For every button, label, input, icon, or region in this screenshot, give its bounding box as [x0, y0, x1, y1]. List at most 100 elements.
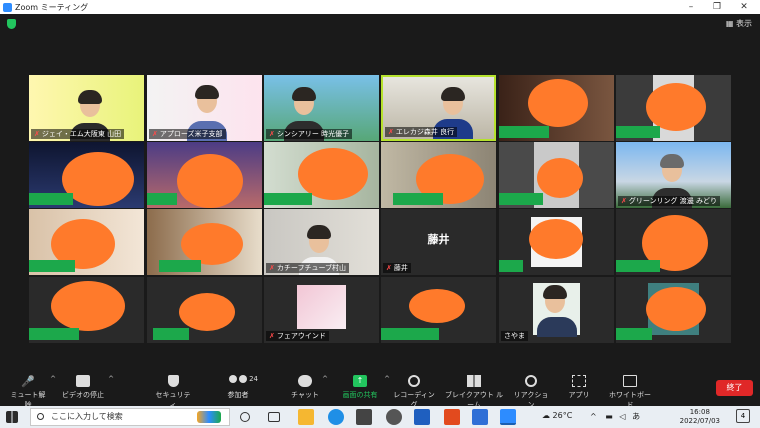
- participant-tile[interactable]: さやま: [499, 277, 614, 343]
- participant-tile[interactable]: ✗ カチーフチューブ村山: [264, 209, 379, 275]
- mail-icon[interactable]: [472, 409, 488, 425]
- task-view-icon[interactable]: [268, 412, 280, 422]
- file-explorer-icon[interactable]: [298, 409, 314, 425]
- participant-tile[interactable]: [147, 142, 262, 208]
- participant-tile[interactable]: [499, 75, 614, 141]
- smiley-icon: [525, 375, 537, 387]
- apps-icon: [572, 375, 586, 387]
- chevron-up-icon[interactable]: ^: [384, 375, 390, 383]
- chat-icon: [298, 375, 312, 387]
- view-button[interactable]: ▦ 表示: [726, 18, 752, 29]
- participant-tile[interactable]: [499, 209, 614, 275]
- chevron-up-icon[interactable]: ^: [322, 375, 328, 383]
- participant-name-hidden: [381, 328, 439, 340]
- participant-tile[interactable]: ✗ グリーンリング 渡邊 みどり: [616, 142, 731, 208]
- end-meeting-button[interactable]: 終了: [716, 380, 753, 396]
- participants-button[interactable]: 参加者 24: [218, 375, 258, 400]
- participant-tile[interactable]: 藤井 ✗ 藤井: [381, 209, 496, 275]
- cortana-icon[interactable]: [240, 412, 250, 422]
- participant-tile[interactable]: [29, 277, 144, 343]
- participant-tile[interactable]: [499, 142, 614, 208]
- participant-tile[interactable]: [147, 209, 262, 275]
- system-tray-icons[interactable]: ^ ▬ ◁ あ: [590, 411, 640, 422]
- breakout-grid-icon: [467, 375, 481, 387]
- app-icon[interactable]: [386, 409, 402, 425]
- participant-name: ✗ 藤井: [383, 263, 411, 273]
- participant-name-hidden: [499, 193, 543, 205]
- reactions-button[interactable]: リアクション: [511, 375, 551, 410]
- share-screen-icon: ↑: [353, 375, 367, 387]
- muted-mic-icon: ✗: [388, 128, 394, 136]
- participant-tile[interactable]: ✗ アプローズ米子支部: [147, 75, 262, 141]
- ime-indicator[interactable]: あ: [632, 412, 640, 421]
- window-titlebar: Zoom ミーティング – ❐ ✕: [0, 0, 760, 14]
- muted-mic-icon: ✗: [269, 130, 275, 138]
- participant-tile[interactable]: [381, 277, 496, 343]
- mute-button[interactable]: 🎤 ミュート解除 ^: [8, 375, 57, 410]
- view-label: 表示: [736, 19, 752, 28]
- video-camera-icon: [76, 375, 90, 387]
- cloud-icon: ☁: [542, 411, 550, 420]
- participant-name-hidden: [159, 260, 201, 272]
- minimize-button[interactable]: –: [680, 0, 702, 14]
- participant-tile[interactable]: [147, 277, 262, 343]
- participant-name: ✗ シンシアリー 時光優子: [266, 129, 353, 139]
- notification-center-button[interactable]: 4: [736, 409, 750, 423]
- participant-name-hidden: [264, 193, 312, 205]
- chat-button[interactable]: チャット ^: [290, 375, 328, 400]
- participant-tile[interactable]: [616, 75, 731, 141]
- apps-button[interactable]: アプリ: [567, 375, 591, 400]
- security-shield-icon[interactable]: [7, 19, 16, 29]
- whiteboard-button[interactable]: ホワイトボード: [606, 375, 654, 410]
- muted-mic-icon: ✗: [269, 332, 275, 340]
- participant-name-hidden: [616, 328, 652, 340]
- powerpoint-icon[interactable]: [444, 409, 460, 425]
- whiteboard-icon: [623, 375, 637, 387]
- participant-tile[interactable]: [29, 209, 144, 275]
- stop-video-button[interactable]: ビデオの停止 ^: [60, 375, 114, 400]
- participant-tile[interactable]: [616, 209, 731, 275]
- taskbar-clock[interactable]: 16:08 2022/07/03: [680, 408, 720, 426]
- record-icon: [408, 375, 420, 387]
- close-button[interactable]: ✕: [733, 0, 755, 14]
- participant-tile[interactable]: ✗ シンシアリー 時光優子: [264, 75, 379, 141]
- participant-tile[interactable]: [616, 277, 731, 343]
- meeting-toolbar: 🎤 ミュート解除 ^ ビデオの停止 ^ セキュリティ 参加者 24 チャット ^…: [0, 372, 760, 409]
- zoom-taskbar-icon[interactable]: [500, 409, 516, 425]
- participant-name-hidden: [147, 193, 177, 205]
- participant-tile[interactable]: [29, 142, 144, 208]
- gallery-view: ✗ ジェイ・エム大阪東 山田 ✗ アプローズ米子支部 ✗ シンシアリー 時光優子 ✗ エ…: [0, 34, 760, 372]
- record-button[interactable]: レコーディング: [392, 375, 436, 410]
- chevron-up-icon[interactable]: ^: [50, 375, 56, 383]
- participant-tile[interactable]: [264, 142, 379, 208]
- participant-name-hidden: [499, 260, 523, 272]
- participant-name-hidden: [393, 193, 443, 205]
- participant-tile-active-speaker[interactable]: ✗ エレカジ森井 良行: [381, 75, 496, 141]
- edge-browser-icon[interactable]: [328, 409, 344, 425]
- participant-name-hidden: [29, 260, 75, 272]
- store-icon[interactable]: [356, 409, 372, 425]
- participant-count: 24: [249, 375, 258, 383]
- show-hidden-icons-chevron[interactable]: ^: [590, 412, 597, 421]
- participant-tile[interactable]: [381, 142, 496, 208]
- weather-status[interactable]: ☁ 26°C: [542, 411, 572, 420]
- word-icon[interactable]: [414, 409, 430, 425]
- meeting-top-bar: ▦ 表示: [0, 14, 760, 34]
- share-screen-button[interactable]: ↑ 画面の共有 ^: [338, 375, 390, 400]
- taskbar-search-input[interactable]: ここに入力して検索: [30, 408, 230, 426]
- breakout-rooms-button[interactable]: ブレイクアウト ルーム: [444, 375, 504, 410]
- muted-mic-icon: ✗: [621, 197, 627, 205]
- participant-tile[interactable]: ✗ フェアウインド: [264, 277, 379, 343]
- participant-tile[interactable]: ✗ ジェイ・エム大阪東 山田: [29, 75, 144, 141]
- window-title: Zoom ミーティング: [15, 2, 89, 12]
- participant-name: ✗ ジェイ・エム大阪東 山田: [31, 129, 125, 139]
- windows-start-icon[interactable]: [6, 411, 18, 423]
- participant-name-hidden: [29, 193, 73, 205]
- participant-name: ✗ カチーフチューブ村山: [266, 263, 350, 273]
- maximize-button[interactable]: ❐: [706, 0, 728, 14]
- weather-widget-icon: [197, 411, 221, 423]
- participant-name: ✗ エレカジ森井 良行: [385, 127, 458, 137]
- chevron-up-icon[interactable]: ^: [108, 375, 114, 383]
- muted-mic-icon: ✗: [386, 264, 392, 272]
- security-button[interactable]: セキュリティ: [153, 375, 193, 410]
